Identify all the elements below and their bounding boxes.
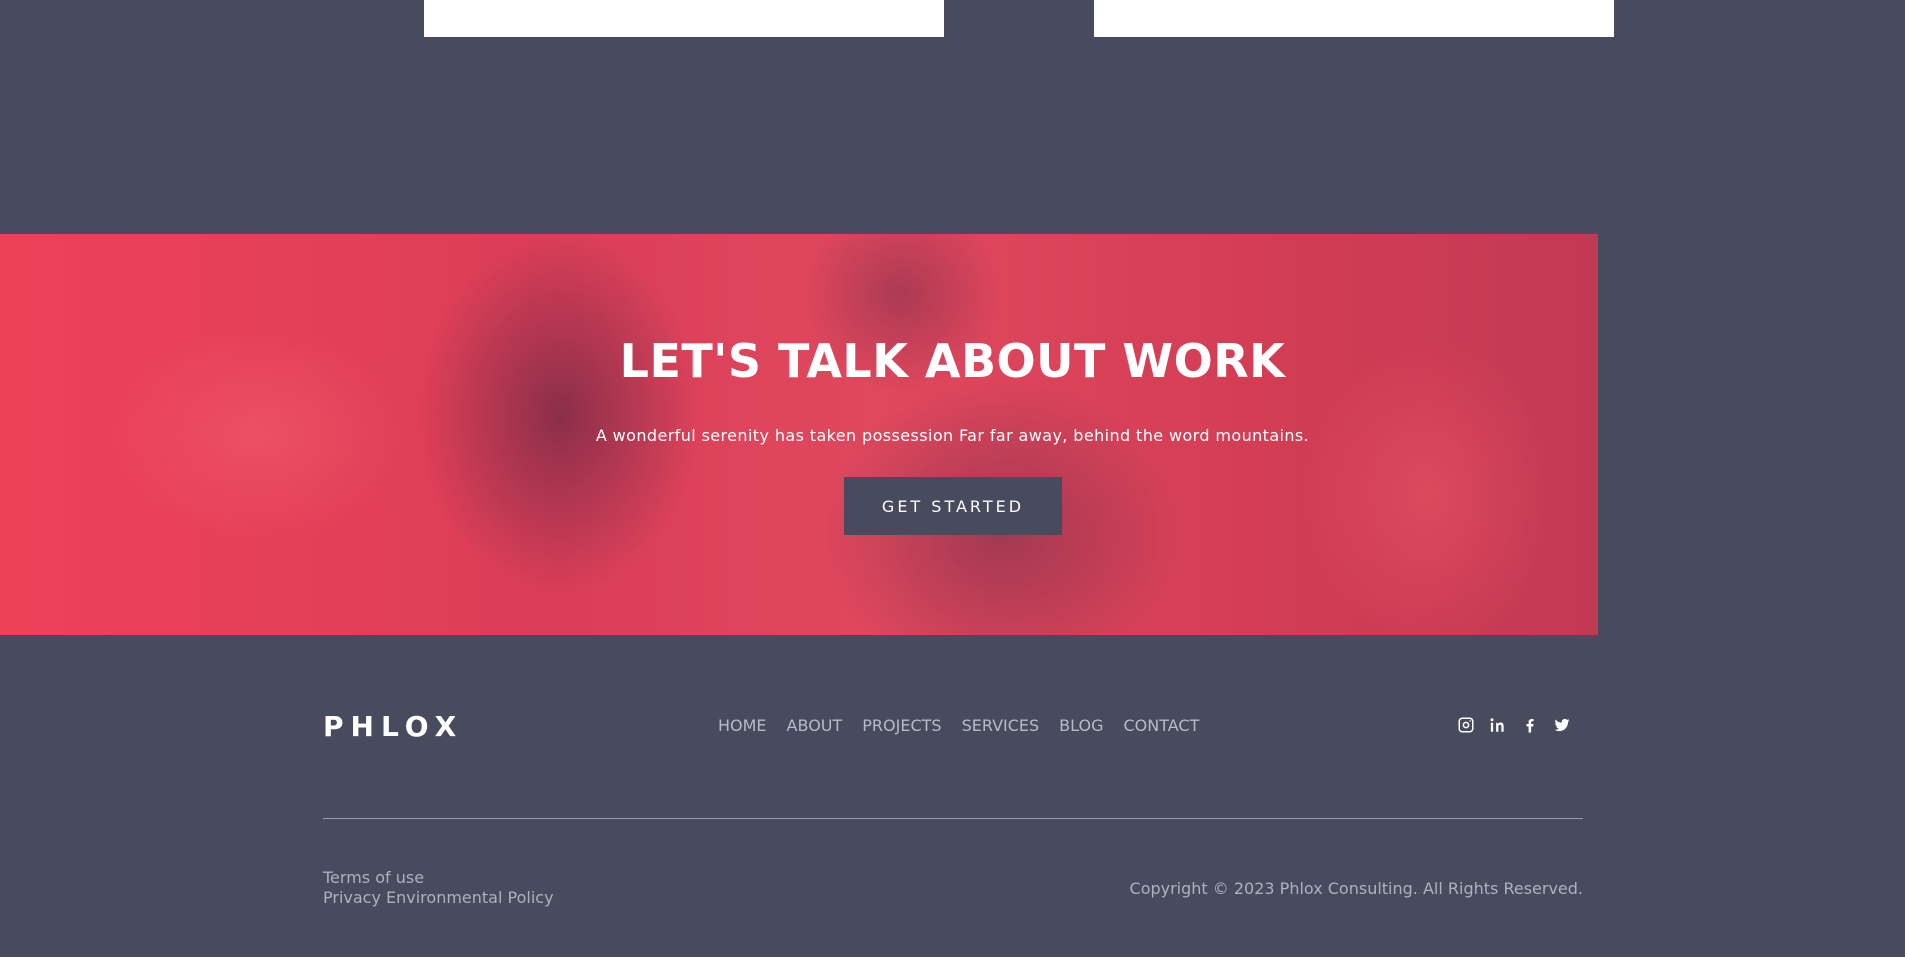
footer-nav-about[interactable]: ABOUT	[787, 716, 843, 735]
footer-logo[interactable]: PHLOX	[323, 710, 463, 743]
terms-of-use-link[interactable]: Terms of use	[323, 868, 554, 888]
legal-links: Terms of use Privacy Environmental Polic…	[323, 868, 554, 908]
footer-nav-contact[interactable]: CONTACT	[1123, 716, 1199, 735]
footer-nav: HOME ABOUT PROJECTS SERVICES BLOG CONTAC…	[718, 716, 1199, 735]
cta-title: LET'S TALK ABOUT WORK	[619, 334, 1286, 388]
social-links	[1457, 715, 1571, 735]
privacy-policy-link[interactable]: Privacy Environmental Policy	[323, 888, 554, 908]
content-card-left	[424, 0, 944, 37]
linkedin-icon[interactable]	[1489, 715, 1507, 735]
get-started-button[interactable]: GET STARTED	[844, 477, 1062, 535]
twitter-icon[interactable]	[1553, 715, 1571, 735]
facebook-icon[interactable]	[1521, 715, 1539, 735]
copyright-text: Copyright © 2023 Phlox Consulting. All R…	[1129, 879, 1583, 898]
footer-nav-services[interactable]: SERVICES	[962, 716, 1040, 735]
footer-nav-projects[interactable]: PROJECTS	[862, 716, 941, 735]
footer-divider	[323, 818, 1583, 819]
footer-nav-home[interactable]: HOME	[718, 716, 767, 735]
content-card-right	[1094, 0, 1614, 37]
footer-nav-blog[interactable]: BLOG	[1059, 716, 1103, 735]
cta-subtitle: A wonderful serenity has taken possessio…	[595, 426, 1310, 445]
instagram-icon[interactable]	[1457, 715, 1475, 735]
